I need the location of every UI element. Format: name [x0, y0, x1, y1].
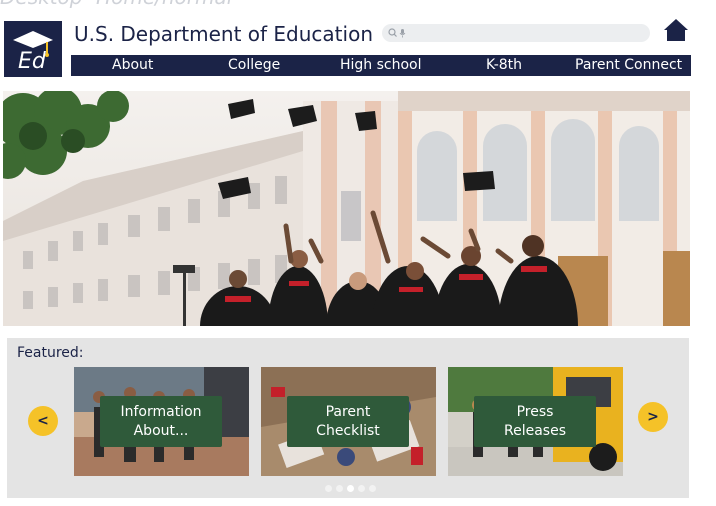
card-button-information[interactable]: Information About... [100, 396, 222, 447]
featured-label: Featured: [17, 345, 84, 361]
nav-item-about[interactable]: About [112, 55, 153, 76]
featured-card-press-releases[interactable]: Press Releases [448, 367, 623, 476]
chevron-left-icon: < [37, 413, 49, 429]
nav-item-college[interactable]: College [228, 55, 280, 76]
logo[interactable]: Ed [4, 21, 62, 77]
carousel-next-button[interactable]: > [638, 402, 668, 432]
card-button-press-releases[interactable]: Press Releases [474, 396, 596, 447]
microphone-icon [399, 29, 406, 38]
featured-card-parent-checklist[interactable]: Parent Checklist [261, 367, 436, 476]
card-button-parent-checklist[interactable]: Parent Checklist [287, 396, 409, 447]
carousel-pagination [325, 485, 376, 493]
search-icons [388, 28, 406, 38]
pagination-dot[interactable] [369, 485, 376, 492]
pagination-dot[interactable] [336, 485, 343, 492]
home-icon [664, 19, 688, 41]
nav-item-parent-connect[interactable]: Parent Connect [575, 55, 682, 76]
site-title: U.S. Department of Education [74, 22, 373, 46]
nav-item-k-8th[interactable]: K-8th [486, 55, 522, 76]
graduation-cap-logo-icon: Ed [13, 31, 53, 72]
featured-section: Featured: < Information About... Parent Ch… [7, 338, 689, 498]
logo-letters: Ed [18, 49, 47, 72]
carousel-prev-button[interactable]: < [28, 406, 58, 436]
nav-item-high-school[interactable]: High school [340, 55, 422, 76]
pagination-dot-active[interactable] [347, 485, 354, 492]
search-icon [388, 28, 397, 37]
frame-title: Desktop- Home/normal [0, 0, 232, 8]
chevron-right-icon: > [647, 409, 659, 425]
hero-image [3, 91, 690, 326]
home-button[interactable] [663, 18, 689, 42]
pagination-dot[interactable] [325, 485, 332, 492]
featured-card-information[interactable]: Information About... [74, 367, 249, 476]
graduates-photo [3, 91, 690, 326]
main-nav: About College High school K-8th Parent C… [71, 55, 691, 76]
search-input[interactable] [382, 24, 650, 42]
pagination-dot[interactable] [358, 485, 365, 492]
